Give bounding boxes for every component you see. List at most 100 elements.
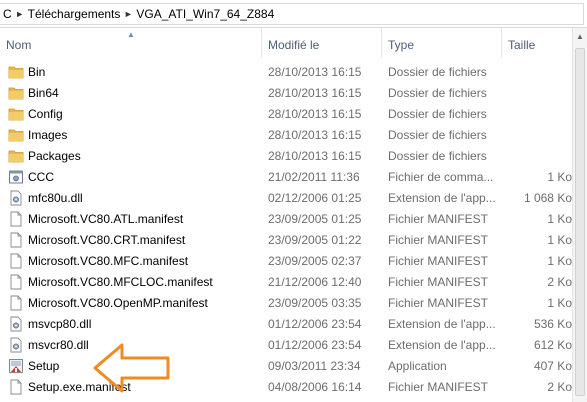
column-header-name[interactable]: Nom xyxy=(0,28,262,58)
file-type: Fichier MANIFEST xyxy=(388,254,489,268)
file-name: Bin xyxy=(28,65,46,79)
file-modified-date: 21/12/2006 12:40 xyxy=(268,275,362,289)
dll-file-icon xyxy=(8,337,24,353)
chevron-right-icon[interactable]: ► xyxy=(12,9,28,19)
file-row[interactable]: mfc80u.dll 02/12/2006 01:25 Extension de l… xyxy=(0,188,587,209)
file-type: Dossier de fichiers xyxy=(388,65,487,79)
file-type: Dossier de fichiers xyxy=(388,86,487,100)
column-header-type[interactable]: Type xyxy=(382,28,502,58)
breadcrumb-item-current-folder[interactable]: VGA_ATI_Win7_64_Z884 xyxy=(136,7,274,21)
file-size xyxy=(500,83,572,104)
breadcrumb-item-downloads[interactable]: Téléchargements xyxy=(28,7,121,21)
file-row[interactable]: CCC 21/02/2011 11:36 Fichier de comma... 1 … xyxy=(0,167,587,188)
file-icon xyxy=(8,274,24,290)
scroll-thumb[interactable] xyxy=(575,48,585,396)
file-row[interactable]: Microsoft.VC80.CRT.manifest 23/09/2005 01… xyxy=(0,230,587,251)
command-file-icon xyxy=(8,169,24,185)
file-size: 2 Ko xyxy=(547,380,572,394)
file-modified-date: 28/10/2013 16:15 xyxy=(268,86,362,100)
file-type: Application xyxy=(388,359,447,373)
file-name: Microsoft.VC80.MFC.manifest xyxy=(28,254,189,268)
file-icon xyxy=(8,253,24,269)
file-size: 612 Ko xyxy=(533,338,572,352)
file-size: 1 068 Ko xyxy=(523,191,572,205)
file-name: msvcp80.dll xyxy=(28,317,92,331)
file-name: CCC xyxy=(28,170,54,184)
arrow-left-icon xyxy=(93,343,170,393)
file-name: Packages xyxy=(28,149,81,163)
file-row[interactable]: msvcr80.dll 01/12/2006 23:54 Extension de … xyxy=(0,335,587,356)
file-size xyxy=(500,62,572,83)
file-size xyxy=(500,146,572,167)
file-type: Fichier MANIFEST xyxy=(388,275,489,289)
file-modified-date: 28/10/2013 16:15 xyxy=(268,128,362,142)
folder-icon xyxy=(8,64,24,80)
file-type: Dossier de fichiers xyxy=(388,107,487,121)
file-modified-date: 02/12/2006 01:25 xyxy=(268,191,362,205)
file-size: 1 Ko xyxy=(547,212,572,226)
file-modified-date: 28/10/2013 16:15 xyxy=(268,107,362,121)
file-modified-date: 01/12/2006 23:54 xyxy=(268,317,362,331)
breadcrumb-item-drive[interactable]: C xyxy=(3,7,12,21)
file-icon xyxy=(8,379,24,395)
file-size: 407 Ko xyxy=(533,359,572,373)
file-type: Extension de l'app... xyxy=(388,338,496,352)
file-modified-date: 01/12/2006 23:54 xyxy=(268,338,362,352)
file-row[interactable]: Microsoft.VC80.MFCLOC.manifest 21/12/2006… xyxy=(0,272,587,293)
file-size: 1 Ko xyxy=(547,254,572,268)
file-type: Fichier MANIFEST xyxy=(388,296,489,310)
file-row[interactable]: Microsoft.VC80.MFC.manifest 23/09/2005 02… xyxy=(0,251,587,272)
setup-app-icon xyxy=(8,358,24,374)
file-row[interactable]: Bin64 28/10/2013 16:15 Dossier de fichiers xyxy=(0,83,587,104)
file-row[interactable]: Images 28/10/2013 16:15 Dossier de fichier… xyxy=(0,125,587,146)
file-name: Microsoft.VC80.OpenMP.manifest xyxy=(28,296,208,310)
file-icon xyxy=(8,295,24,311)
file-size: 1 Ko xyxy=(547,296,572,310)
file-icon xyxy=(8,232,24,248)
file-size: 2 Ko xyxy=(547,275,572,289)
file-type: Fichier MANIFEST xyxy=(388,212,489,226)
column-header-modified[interactable]: Modifié le xyxy=(262,28,382,58)
file-modified-date: 23/09/2005 01:25 xyxy=(268,212,362,226)
file-name: Images xyxy=(28,128,68,142)
file-row[interactable]: msvcp80.dll 01/12/2006 23:54 Extension de … xyxy=(0,314,587,335)
file-size xyxy=(500,125,572,146)
file-name: mfc80u.dll xyxy=(28,191,83,205)
column-header-row: ▲ Nom Modifié le Type Taille xyxy=(0,28,587,58)
address-bar[interactable]: C ► Téléchargements ► VGA_ATI_Win7_64_Z8… xyxy=(0,0,587,28)
file-row[interactable]: Setup.exe.manifest 04/08/2006 16:14 Fichie… xyxy=(0,377,587,398)
file-row[interactable]: Config 28/10/2013 16:15 Dossier de fichier… xyxy=(0,104,587,125)
file-modified-date: 04/08/2006 16:14 xyxy=(268,380,362,394)
vertical-scrollbar[interactable]: ▲ xyxy=(572,28,587,402)
file-modified-date: 23/09/2005 03:35 xyxy=(268,296,362,310)
file-modified-date: 28/10/2013 16:15 xyxy=(268,149,362,163)
dll-file-icon xyxy=(8,316,24,332)
dll-file-icon xyxy=(8,190,24,206)
file-row[interactable]: Microsoft.VC80.OpenMP.manifest 23/09/2005… xyxy=(0,293,587,314)
chevron-right-icon[interactable]: ► xyxy=(120,9,136,19)
column-header-size[interactable]: Taille xyxy=(502,28,572,58)
file-modified-date: 23/09/2005 01:22 xyxy=(268,233,362,247)
file-name: Config xyxy=(28,107,63,121)
file-type: Fichier MANIFEST xyxy=(388,233,489,247)
scroll-up-icon[interactable]: ▲ xyxy=(573,28,587,45)
file-modified-date: 23/09/2005 02:37 xyxy=(268,254,362,268)
file-name: Microsoft.VC80.MFCLOC.manifest xyxy=(28,275,213,289)
file-row[interactable]: Bin 28/10/2013 16:15 Dossier de fichiers xyxy=(0,62,587,83)
breadcrumb: C ► Téléchargements ► VGA_ATI_Win7_64_Z8… xyxy=(0,3,584,25)
file-row[interactable]: Setup 09/03/2011 23:34 Application 407 Ko xyxy=(0,356,587,377)
file-type: Dossier de fichiers xyxy=(388,149,487,163)
file-icon xyxy=(8,211,24,227)
file-row[interactable]: Microsoft.VC80.ATL.manifest 23/09/2005 01… xyxy=(0,209,587,230)
folder-icon xyxy=(8,106,24,122)
file-name: Bin64 xyxy=(28,86,59,100)
file-type: Fichier de comma... xyxy=(388,170,494,184)
file-type: Fichier MANIFEST xyxy=(388,380,489,394)
folder-icon xyxy=(8,85,24,101)
file-modified-date: 28/10/2013 16:15 xyxy=(268,65,362,79)
file-name: Microsoft.VC80.CRT.manifest xyxy=(28,233,186,247)
file-size: 1 Ko xyxy=(547,170,572,184)
folder-icon xyxy=(8,127,24,143)
file-modified-date: 21/02/2011 11:36 xyxy=(268,170,360,184)
file-row[interactable]: Packages 28/10/2013 16:15 Dossier de fichi… xyxy=(0,146,587,167)
